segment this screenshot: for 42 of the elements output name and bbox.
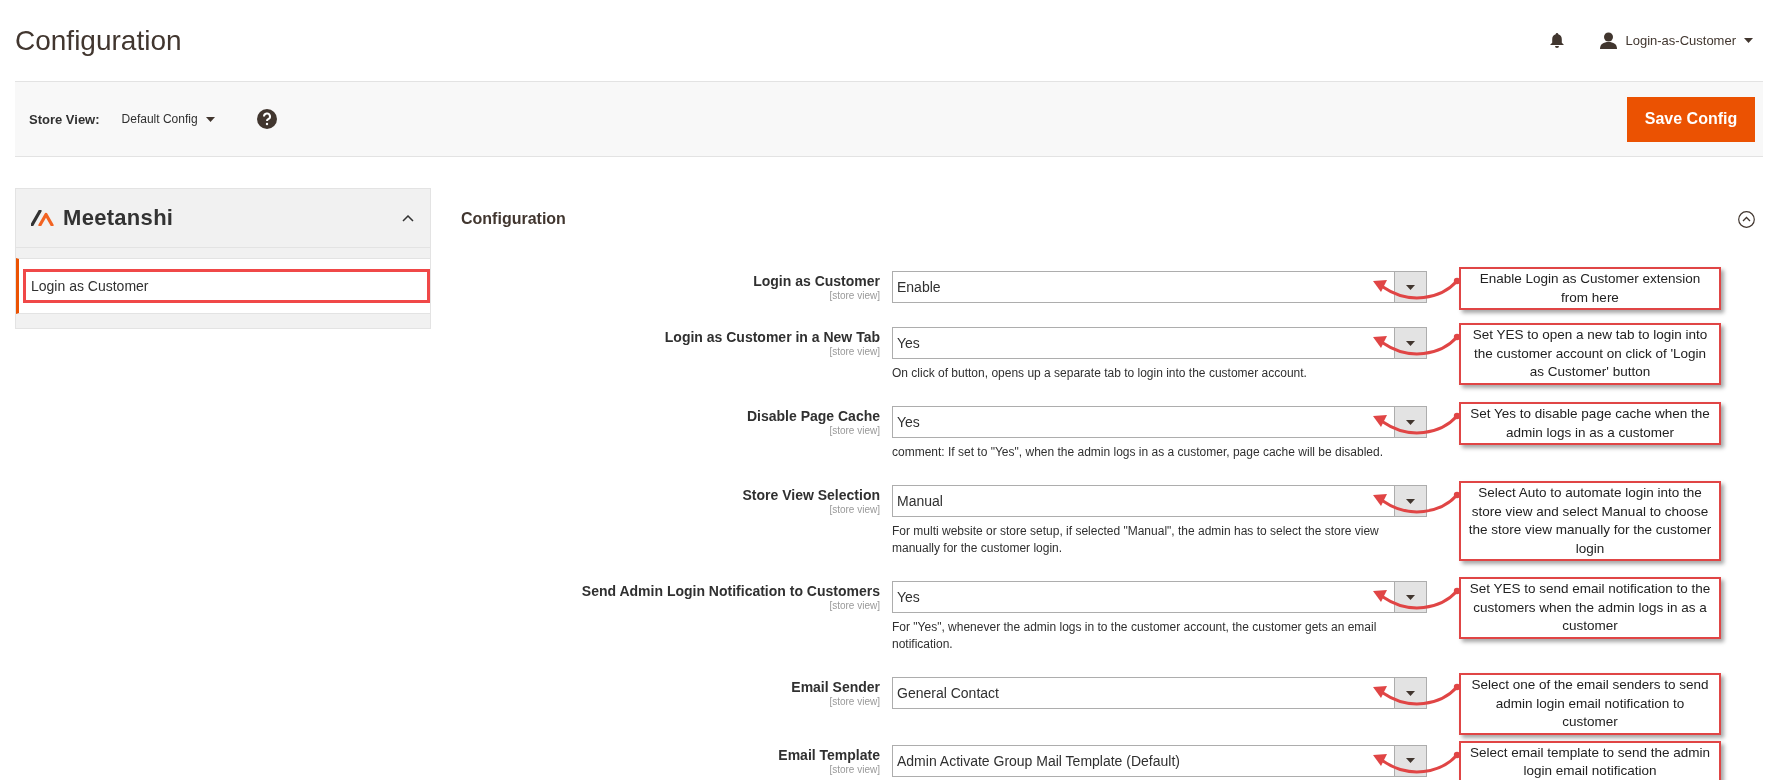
field-note: comment: If set to "Yes", when the admin logs in as a customer, page cache will be disabled. — [892, 444, 1384, 461]
annotation-callout: Set YES to send email notification to the customers when the admin logs in as a customer — [1459, 577, 1721, 639]
select-field[interactable]: Yes — [892, 406, 1427, 438]
field-label: Login as Customer — [752, 273, 880, 289]
section-title[interactable]: Configuration — [461, 210, 1738, 228]
select-field[interactable]: Manual — [892, 485, 1427, 517]
scope-label: [store view] — [828, 346, 880, 357]
field-label: Disable Page Cache — [745, 408, 880, 424]
field-note: On click of button, opens up a separate tab to login into the customer account. — [892, 365, 1308, 382]
user-menu[interactable]: Login-as-Customer — [1600, 32, 1753, 49]
annotation-callout: Enable Login as Customer extension from here — [1459, 267, 1721, 310]
scope-label: [store view] — [828, 696, 880, 707]
annotation-callout: Set YES to open a new tab to login into the customer account on click of 'Login as Customer' button — [1459, 323, 1721, 385]
brand-name: Meetanshi — [63, 205, 175, 231]
select-field[interactable]: Yes — [892, 327, 1427, 359]
field-label: Send Admin Login Notification to Customers — [580, 583, 880, 599]
scope-label: [store view] — [828, 425, 880, 436]
scope-label: [store view] — [828, 763, 880, 775]
select-field[interactable]: Admin Activate Group Mail Template (Default) — [892, 744, 1427, 777]
field-label: Email Sender — [790, 679, 880, 695]
field-label: Email Template — [777, 746, 880, 763]
store-view-label: Store View: — [29, 111, 100, 127]
scope-label: [store view] — [828, 600, 880, 611]
field-label: Login as Customer in a New Tab — [663, 329, 880, 345]
sidebar-link[interactable]: Login as Customer — [23, 269, 430, 303]
select-field[interactable]: Yes — [892, 581, 1427, 613]
field-label: Store View Selection — [741, 487, 880, 503]
scope-label: [store view] — [828, 290, 880, 301]
store-view-switcher[interactable]: Default Config — [121, 112, 215, 126]
select-field[interactable]: General Contact — [892, 677, 1427, 709]
annotation-callout: Set Yes to disable page cache when the admin logs in as a customer — [1459, 402, 1721, 445]
select-field[interactable]: Enable — [892, 271, 1427, 303]
page-title: Configuration — [15, 24, 183, 57]
field-note: For "Yes", whenever the admin logs in to the customer account, the customer gets an email notification. — [892, 619, 1378, 653]
save-config-button[interactable]: Save Config — [1627, 96, 1755, 142]
field-note: For multi website or store setup, if selected "Manual", the admin has to select the store view manually for the customer login. — [892, 523, 1380, 557]
annotation-callout: Select Auto to automate login into the store view and select Manual to choose the store view manually for the customer login — [1459, 481, 1721, 561]
annotation-callout: Select one of the email senders to send admin login email notification to customer — [1459, 673, 1721, 735]
sidebar-header[interactable]: Meetanshi — [15, 188, 431, 248]
scope-label: [store view] — [828, 504, 880, 515]
annotation-callout: Select email template to send the admin login email notification — [1459, 740, 1721, 780]
sidebar-item[interactable]: Login as Customer — [16, 258, 430, 314]
